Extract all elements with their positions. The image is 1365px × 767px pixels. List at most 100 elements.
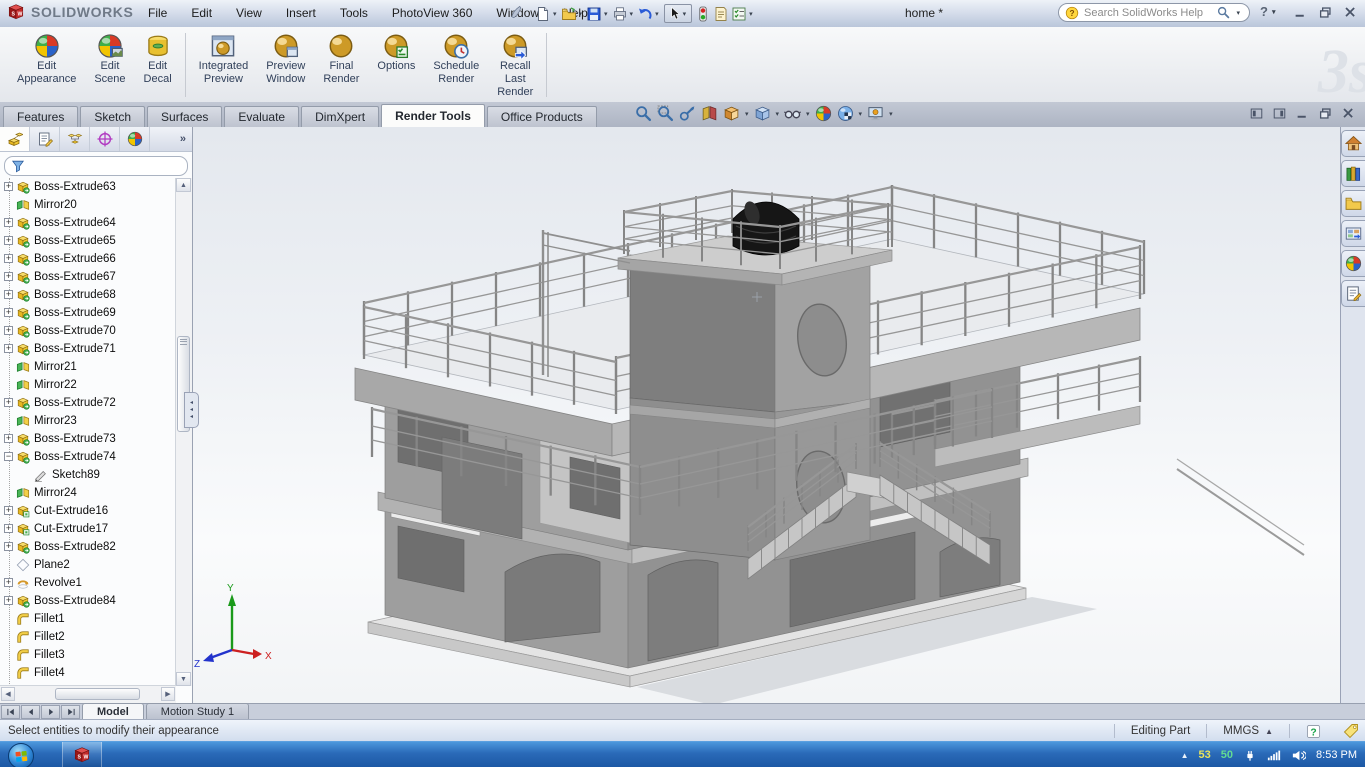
tree-item-sketch89[interactable]: Sketch89 bbox=[0, 466, 176, 484]
doc-minimize-button[interactable] bbox=[1296, 107, 1309, 120]
zoom-to-fit-button[interactable] bbox=[634, 104, 653, 123]
tab-evaluate[interactable]: Evaluate bbox=[224, 106, 299, 127]
undo-dropdown-icon[interactable]: ▾ bbox=[655, 10, 659, 18]
expand-icon[interactable]: + bbox=[4, 218, 13, 227]
tree-item-mirror22[interactable]: Mirror22 bbox=[0, 376, 176, 394]
tree-item-fillet4[interactable]: Fillet4 bbox=[0, 664, 176, 682]
options-button[interactable]: Options bbox=[368, 30, 424, 73]
tree-item-revolve1[interactable]: +Revolve1 bbox=[0, 574, 176, 592]
zoom-to-area-button[interactable] bbox=[656, 104, 675, 123]
view-settings-button[interactable] bbox=[866, 104, 885, 123]
view-orientation-dropdown-icon[interactable]: ▾ bbox=[745, 110, 749, 118]
start-button[interactable] bbox=[8, 743, 34, 767]
panel-collapse-handle[interactable]: ◂◂◂ bbox=[184, 392, 199, 428]
new-doc-button[interactable] bbox=[534, 5, 552, 23]
scroll-right-arrow[interactable]: ▶ bbox=[161, 687, 175, 701]
units-selector[interactable]: MMGS ▲ bbox=[1206, 724, 1289, 738]
taskpane-tab-appearances-scenes[interactable] bbox=[1341, 250, 1365, 277]
scroll-up-arrow[interactable]: ▲ bbox=[176, 178, 191, 192]
tag-button[interactable] bbox=[1337, 724, 1365, 738]
new-doc-dropdown-icon[interactable]: ▾ bbox=[553, 10, 557, 18]
expand-icon[interactable]: + bbox=[4, 524, 13, 533]
expand-icon[interactable]: + bbox=[4, 398, 13, 407]
collapse-left-pane-icon[interactable] bbox=[1250, 107, 1263, 120]
expand-icon[interactable]: + bbox=[4, 506, 13, 515]
power-plug-icon[interactable] bbox=[1243, 748, 1257, 762]
schedule-render-button[interactable]: ScheduleRender bbox=[424, 30, 488, 86]
open-folder-dropdown-icon[interactable]: ▾ bbox=[579, 10, 583, 18]
doc-tab-motion-study-1[interactable]: Motion Study 1 bbox=[146, 703, 249, 719]
taskpane-tab-custom-properties[interactable] bbox=[1341, 280, 1365, 307]
panel-tab-propertymanager[interactable] bbox=[30, 127, 60, 151]
zoom-to-selection-button[interactable] bbox=[678, 104, 697, 123]
search-icon[interactable] bbox=[1217, 6, 1230, 19]
tree-item-boss-extrude68[interactable]: +Boss-Extrude68 bbox=[0, 286, 176, 304]
hide-show-items-button[interactable] bbox=[783, 104, 802, 123]
view-orientation-button[interactable] bbox=[722, 104, 741, 123]
quick-tips-toggle[interactable]: ? bbox=[1289, 724, 1337, 738]
final-render-button[interactable]: FinalRender bbox=[314, 30, 368, 86]
tree-item-cut-extrude17[interactable]: +Cut-Extrude17 bbox=[0, 520, 176, 538]
restore-button[interactable] bbox=[1319, 6, 1332, 19]
tab-dimxpert[interactable]: DimXpert bbox=[301, 106, 379, 127]
doc-restore-button[interactable] bbox=[1319, 107, 1332, 120]
expand-icon[interactable]: + bbox=[4, 236, 13, 245]
search-dropdown-icon[interactable]: ▾ bbox=[1236, 9, 1240, 17]
solidworks-taskbar-button[interactable]: SW bbox=[62, 742, 102, 767]
tree-item-boss-extrude72[interactable]: +Boss-Extrude72 bbox=[0, 394, 176, 412]
open-folder-button[interactable] bbox=[560, 5, 578, 23]
collapse-icon[interactable]: − bbox=[4, 452, 13, 461]
display-style-dropdown-icon[interactable]: ▾ bbox=[776, 110, 780, 118]
panel-tab-configurationmanager[interactable] bbox=[60, 127, 90, 151]
tree-item-fillet3[interactable]: Fillet3 bbox=[0, 646, 176, 664]
tree-item-mirror24[interactable]: Mirror24 bbox=[0, 484, 176, 502]
expand-icon[interactable]: + bbox=[4, 344, 13, 353]
doc-close-button[interactable] bbox=[1342, 107, 1355, 120]
integrated-preview-button[interactable]: IntegratedPreview bbox=[190, 30, 258, 86]
scroll-left-arrow[interactable]: ◀ bbox=[1, 687, 15, 701]
panel-tabs-overflow[interactable]: » bbox=[150, 127, 192, 151]
tree-item-mirror21[interactable]: Mirror21 bbox=[0, 358, 176, 376]
help-dropdown-icon[interactable]: ▾ bbox=[1272, 8, 1276, 16]
panel-tab-dimxpertmanager[interactable] bbox=[90, 127, 120, 151]
expand-icon[interactable]: + bbox=[4, 182, 13, 191]
tree-item-boss-extrude67[interactable]: +Boss-Extrude67 bbox=[0, 268, 176, 286]
print-button[interactable] bbox=[611, 5, 629, 23]
tree-item-boss-extrude71[interactable]: +Boss-Extrude71 bbox=[0, 340, 176, 358]
tree-item-boss-extrude74[interactable]: −Boss-Extrude74 bbox=[0, 448, 176, 466]
next-tab-button[interactable] bbox=[41, 705, 60, 719]
menu-file[interactable]: File bbox=[136, 0, 179, 26]
help-menu-button[interactable]: ? ▾ bbox=[1260, 4, 1278, 19]
taskpane-tab-view-palette[interactable] bbox=[1341, 220, 1365, 247]
expand-icon[interactable]: + bbox=[4, 434, 13, 443]
tree-item-fillet2[interactable]: Fillet2 bbox=[0, 628, 176, 646]
help-search[interactable]: ? Search SolidWorks Help ▾ bbox=[1058, 3, 1250, 22]
network-signal-icon[interactable] bbox=[1267, 748, 1281, 762]
taskpane-tab-solidworks-resources-home[interactable] bbox=[1341, 130, 1365, 157]
apply-scene-dropdown-icon[interactable]: ▾ bbox=[859, 110, 863, 118]
tab-office-products[interactable]: Office Products bbox=[487, 106, 597, 127]
hide-show-items-dropdown-icon[interactable]: ▾ bbox=[806, 110, 810, 118]
save-dropdown-icon[interactable]: ▾ bbox=[604, 10, 608, 18]
expand-icon[interactable]: + bbox=[4, 272, 13, 281]
panel-tab-displaymanager[interactable] bbox=[120, 127, 150, 151]
menu-insert[interactable]: Insert bbox=[274, 0, 328, 26]
edit-scene-button[interactable]: EditScene bbox=[85, 30, 134, 86]
tree-item-boss-extrude69[interactable]: +Boss-Extrude69 bbox=[0, 304, 176, 322]
file-properties-button[interactable] bbox=[712, 5, 730, 23]
options-list-button[interactable] bbox=[730, 5, 748, 23]
tree-item-cut-extrude16[interactable]: +Cut-Extrude16 bbox=[0, 502, 176, 520]
tree-item-boss-extrude66[interactable]: +Boss-Extrude66 bbox=[0, 250, 176, 268]
tab-sketch[interactable]: Sketch bbox=[80, 106, 145, 127]
taskpane-tab-file-explorer[interactable] bbox=[1341, 190, 1365, 217]
horizontal-scroll-thumb[interactable] bbox=[55, 688, 140, 700]
options-list-dropdown-icon[interactable]: ▾ bbox=[749, 10, 753, 18]
undo-button[interactable] bbox=[636, 5, 654, 23]
first-tab-button[interactable] bbox=[1, 705, 20, 719]
expand-icon[interactable]: + bbox=[4, 542, 13, 551]
filter-input[interactable] bbox=[4, 156, 188, 176]
graphics-viewport[interactable]: YXZ bbox=[0, 127, 1340, 703]
save-button[interactable] bbox=[585, 5, 603, 23]
preview-window-button[interactable]: PreviewWindow bbox=[257, 30, 314, 86]
tree-item-boss-extrude64[interactable]: +Boss-Extrude64 bbox=[0, 214, 176, 232]
